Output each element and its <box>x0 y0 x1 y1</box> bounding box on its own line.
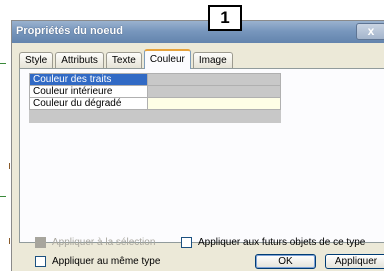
background-window-edge <box>0 63 6 64</box>
screenshot-canvas: 1 Propriétés du noeud x Style Attributs … <box>0 0 384 271</box>
apply-future-label: Appliquer aux futurs objets de ce type <box>198 237 366 248</box>
ok-button[interactable]: OK <box>255 254 316 269</box>
color-property-grid: Couleur des traits Couleur intérieure Co… <box>29 73 281 123</box>
property-label: Couleur du dégradé <box>29 97 148 110</box>
tab-couleur[interactable]: Couleur <box>143 49 191 69</box>
close-icon: x <box>367 24 375 38</box>
property-row-fill-color[interactable]: Couleur intérieure <box>29 85 281 98</box>
background-window-edge <box>9 238 10 244</box>
property-row-gradient-color[interactable]: Couleur du dégradé <box>29 97 281 110</box>
tab-image[interactable]: Image <box>192 52 233 68</box>
apply-same-type-label: Appliquer au même type <box>52 256 161 267</box>
property-label: Couleur intérieure <box>29 85 148 98</box>
property-grid-empty-row <box>29 109 281 123</box>
apply-future-checkbox[interactable] <box>181 237 192 248</box>
background-window-edge <box>9 163 10 169</box>
property-value[interactable] <box>147 85 281 98</box>
apply-selection-label: Appliquer à la sélection <box>52 237 156 248</box>
title-bar[interactable]: Propriétés du noeud x <box>12 21 384 43</box>
apply-same-type-option[interactable]: Appliquer au même type <box>35 256 160 267</box>
property-value[interactable] <box>147 97 281 110</box>
apply-same-type-checkbox[interactable] <box>35 256 46 267</box>
tab-attributs[interactable]: Attributs <box>55 52 104 68</box>
dialog-title: Propriétés du noeud <box>16 25 123 37</box>
property-label: Couleur des traits <box>29 73 148 86</box>
tab-strip: Style Attributs Texte Couleur Image <box>19 48 235 69</box>
properties-dialog: Propriétés du noeud x Style Attributs Te… <box>11 20 384 271</box>
empty-cell <box>29 109 148 123</box>
apply-button[interactable]: Appliquer <box>325 254 384 269</box>
annotation-callout: 1 <box>208 5 242 31</box>
property-value[interactable] <box>147 73 281 86</box>
tab-style[interactable]: Style <box>19 52 54 68</box>
apply-future-option[interactable]: Appliquer aux futurs objets de ce type <box>181 237 365 248</box>
background-window-edge <box>0 196 6 197</box>
apply-selection-checkbox <box>35 237 46 248</box>
tab-texte[interactable]: Texte <box>105 52 142 68</box>
apply-selection-option: Appliquer à la sélection <box>35 237 155 248</box>
property-row-stroke-color[interactable]: Couleur des traits <box>29 73 281 86</box>
empty-cell <box>147 109 281 123</box>
close-button[interactable]: x <box>356 23 384 40</box>
